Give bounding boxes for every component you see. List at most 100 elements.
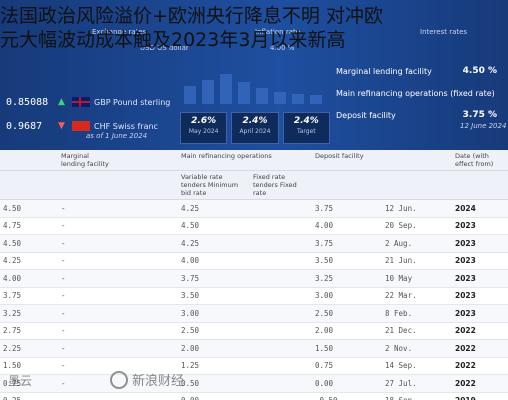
table-cell: 1.25: [178, 357, 250, 375]
inflation-bar: [310, 95, 322, 104]
header-cell: [0, 150, 58, 171]
table-cell: [112, 287, 178, 305]
rate-value: 0.9687: [6, 120, 43, 132]
exchange-rates-list: 0.85088 ▲ GBP Pound sterling 0.9687 ▼ CH…: [6, 60, 171, 138]
interest-marginal[interactable]: Marginal lending facility 4.50 %: [336, 60, 501, 82]
inflation-bar: [292, 94, 304, 104]
table-cell: 3.75: [0, 287, 58, 305]
watermark-text: 墨云: [8, 374, 33, 388]
table-cell: -: [58, 322, 112, 340]
table-cell: [250, 374, 312, 393]
table-cell: 2024: [452, 199, 508, 218]
key-rates-table: Marginal lending facility Main refinanci…: [0, 150, 508, 400]
exchange-date-note: as of 1 June 2024: [86, 132, 148, 140]
interest-label: Main refinancing operations (fixed rate): [336, 88, 495, 98]
table-cell: [250, 357, 312, 375]
headline-line-1: 法国政治风险溢价+欧洲央行降息不明 对冲欧: [0, 5, 383, 27]
table-cell: 2.00: [178, 339, 250, 358]
table-cell: 4.00: [312, 217, 382, 235]
rates-table-container: Marginal lending facility Main refinanci…: [0, 150, 508, 400]
table-cell: 2019: [452, 392, 508, 400]
table-row: 4.50- 4.25 3.75 2 Aug. 2023: [0, 234, 508, 253]
headline: 法国政治风险溢价+欧洲央行降息不明 对冲欧 元大幅波动成本触及2023年3月以来…: [0, 4, 508, 52]
inflation-value: 2.4%: [242, 116, 268, 126]
inflation-bar: [274, 92, 286, 104]
table-cell: 2.50: [312, 304, 382, 323]
table-cell: [112, 217, 178, 235]
table-row: 3.75- 3.50 3.00 22 Mar. 2023: [0, 287, 508, 305]
header-cell: Deposit facility: [312, 150, 382, 171]
table-cell: [112, 252, 178, 270]
rate-value: 0.85088: [6, 96, 49, 108]
inflation-bar: [220, 74, 232, 104]
inflation-value: 2.6%: [191, 116, 217, 126]
subheader-cell: [312, 170, 382, 200]
table-cell: 4.25: [178, 199, 250, 218]
table-cell: 14 Sep.: [382, 357, 452, 375]
subheader-cell: [0, 170, 58, 200]
table-cell: [250, 234, 312, 253]
inflation-chart: [178, 44, 328, 104]
table-row: 0.75-0.50 0.00 27 Jul. 2022: [0, 374, 508, 393]
table-cell: [112, 322, 178, 340]
interest-rates-list: Marginal lending facility 4.50 % Main ref…: [336, 60, 501, 126]
table-cell: 3.75: [312, 234, 382, 253]
table-row: 1.50-1.25 0.75 14 Sep. 2022: [0, 357, 508, 375]
headline-line-2: 元大幅波动成本触及2023年3月以来新高: [0, 29, 346, 51]
subheader-cell: [112, 170, 178, 200]
table-cell: 2022: [452, 339, 508, 358]
table-cell: 4.00: [178, 252, 250, 270]
table-cell: 2023: [452, 287, 508, 305]
table-cell: [250, 322, 312, 340]
table-cell: 21 Dec.: [382, 322, 452, 340]
table-cell: 3.75: [178, 269, 250, 288]
inflation-card[interactable]: 2.6% May 2024: [180, 112, 228, 144]
table-cell: 3.75: [312, 199, 382, 218]
table-cell: [250, 287, 312, 305]
inflation-card[interactable]: 2.4% April 2024: [231, 112, 279, 144]
table-cell: 2022: [452, 374, 508, 393]
table-cell: [112, 304, 178, 323]
table-cell: 4.50: [0, 199, 58, 218]
table-cell: 21 Jun.: [382, 252, 452, 270]
table-cell: 2023: [452, 304, 508, 323]
table-cell: 2023: [452, 252, 508, 270]
table-cell: -: [58, 199, 112, 218]
table-cell: -: [58, 339, 112, 358]
table-cell: 3.00: [178, 304, 250, 323]
table-cell: -: [58, 269, 112, 288]
table-cell: [112, 269, 178, 288]
inflation-label: May 2024: [188, 128, 219, 135]
table-row: 4.25- 4.00 3.50 21 Jun. 2023: [0, 252, 508, 270]
table-cell: 4.00: [0, 269, 58, 288]
inflation-value: 2.4%: [293, 116, 319, 126]
table-cell: -: [58, 252, 112, 270]
inflation-label: Target: [297, 128, 316, 135]
table-header-row: Marginal lending facility Main refinanci…: [0, 150, 508, 171]
watermark: 新浪财经: [110, 370, 184, 389]
table-cell: 1.50: [312, 339, 382, 358]
table-cell: [112, 392, 178, 400]
subheader-cell: [382, 170, 452, 200]
subheader-cell: Fixed rate tenders Fixed rate: [250, 170, 312, 200]
table-cell: 4.25: [0, 252, 58, 270]
table-row: 4.50- 4.25 3.75 12 Jun. 2024: [0, 199, 508, 218]
table-cell: 2023: [452, 269, 508, 288]
table-cell: [250, 217, 312, 235]
table-cell: [250, 199, 312, 218]
rate-row-gbp[interactable]: 0.85088 ▲ GBP Pound sterling: [6, 90, 171, 114]
table-cell: 2022: [452, 357, 508, 375]
header-cell: [382, 150, 452, 171]
table-cell: 12 Jun.: [382, 199, 452, 218]
table-cell: 4.50: [178, 217, 250, 235]
header-cell: Main refinancing operations: [178, 150, 312, 171]
table-row: 2.75- 2.50 2.00 21 Dec. 2022: [0, 322, 508, 340]
table-cell: 2.25: [0, 339, 58, 358]
inflation-card[interactable]: 2.4% Target: [282, 112, 330, 144]
table-cell: [112, 339, 178, 358]
swiss-flag-icon: [72, 121, 90, 131]
interest-mro[interactable]: Main refinancing operations (fixed rate): [336, 82, 501, 104]
table-row: 3.25- 3.00 2.50 8 Feb. 2023: [0, 304, 508, 323]
table-cell: 3.00: [312, 287, 382, 305]
table-cell: 0.50: [178, 374, 250, 393]
